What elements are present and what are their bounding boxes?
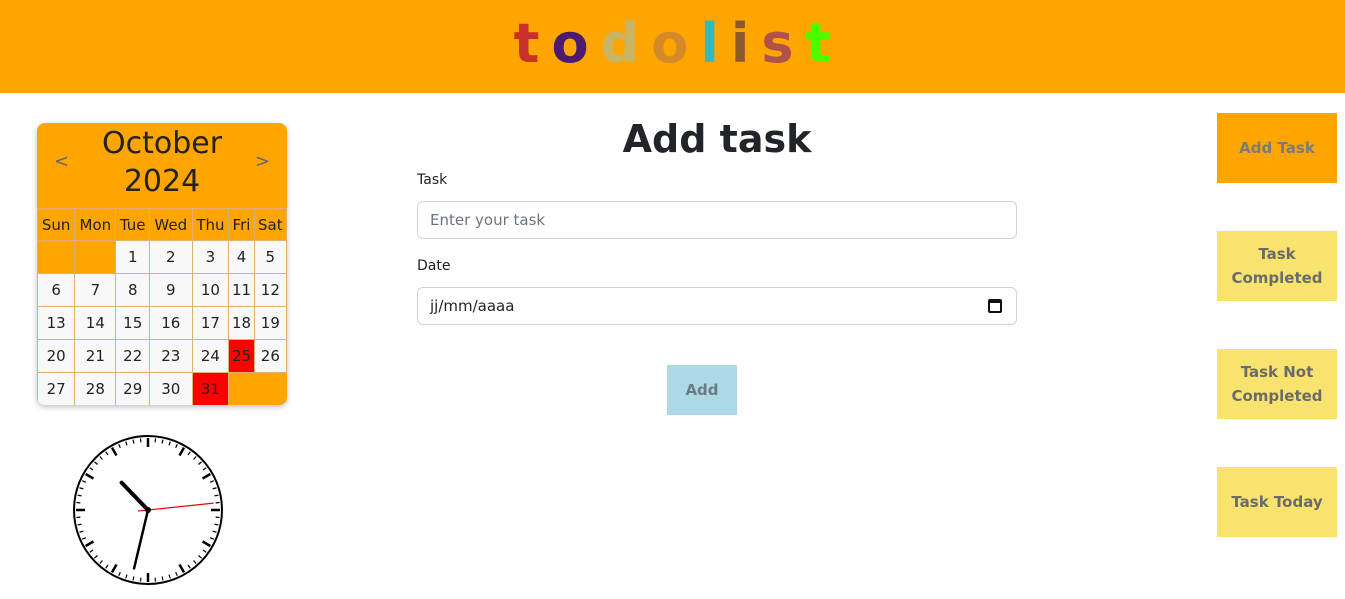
calendar-empty-cell — [37, 240, 76, 274]
calendar-day[interactable]: 18 — [228, 306, 255, 340]
clock-minute-tick — [214, 523, 219, 526]
calendar-day[interactable]: 7 — [74, 273, 117, 307]
calendar-day[interactable]: 6 — [37, 273, 76, 307]
calendar-day[interactable]: 28 — [74, 372, 117, 405]
calendar-day[interactable]: 20 — [37, 339, 76, 373]
logo-letter: d — [600, 12, 640, 75]
date-input-placeholder: jj/mm/aaaa — [430, 297, 515, 315]
calendar-weekday: Tue — [115, 208, 150, 241]
side-button-task-completed[interactable]: Task Completed — [1217, 231, 1337, 301]
calendar-day[interactable]: 14 — [74, 306, 117, 340]
calendar-header: < October 2024 > — [37, 123, 287, 208]
logo-letter: s — [761, 12, 794, 75]
calendar-day[interactable]: 22 — [115, 339, 150, 373]
calendar-empty-cell — [74, 240, 117, 274]
calendar-prev-button[interactable]: < — [54, 151, 69, 172]
clock-minute-tick — [132, 576, 135, 581]
calendar-day[interactable]: 29 — [115, 372, 150, 405]
calendar-next-button[interactable]: > — [255, 151, 270, 172]
calendar-widget: < October 2024 > Sun Mon Tue Wed Thu Fri Sat 1… — [37, 123, 287, 405]
task-input-placeholder: Enter your task — [430, 211, 546, 229]
calendar-day[interactable]: 17 — [191, 306, 230, 340]
calendar-day[interactable]: 21 — [74, 339, 117, 373]
add-button[interactable]: Add — [667, 365, 737, 415]
logo-letter: t — [513, 12, 540, 75]
calendar-weekday: Wed — [149, 208, 193, 241]
clock-minute-tick — [132, 439, 135, 444]
header-bar: todolist — [0, 0, 1345, 93]
clock-minute-tick — [214, 494, 219, 497]
calendar-day[interactable]: 23 — [149, 339, 193, 373]
calendar-day[interactable]: 19 — [253, 306, 287, 340]
calendar-weekday: Sun — [37, 208, 76, 241]
logo-letter: t — [805, 12, 832, 75]
clock-minute-tick — [77, 523, 82, 526]
clock-minute-tick — [161, 439, 164, 444]
side-button-task-not-completed[interactable]: Task Not Completed — [1217, 349, 1337, 419]
clock-minute-tick — [77, 494, 82, 497]
calendar-day[interactable]: 3 — [191, 240, 230, 274]
calendar-day[interactable]: 8 — [115, 273, 150, 307]
calendar-day[interactable]: 2 — [149, 240, 193, 274]
calendar-day[interactable]: 12 — [253, 273, 287, 307]
calendar-weekday: Fri — [228, 208, 255, 241]
calendar-year: 2024 — [123, 164, 201, 199]
calendar-picker-icon[interactable] — [988, 299, 1002, 313]
page-title: Add task — [622, 117, 812, 161]
date-label: Date — [417, 258, 451, 274]
app-logo: todolist — [0, 0, 1345, 93]
date-input[interactable]: jj/mm/aaaa — [417, 287, 1017, 325]
calendar-day[interactable]: 13 — [37, 306, 76, 340]
calendar-day[interactable]: 15 — [115, 306, 150, 340]
clock-center — [145, 507, 151, 513]
side-button-task-today[interactable]: Task Today — [1217, 467, 1337, 537]
calendar-month-year: October 2024 — [77, 125, 247, 201]
calendar-day[interactable]: 9 — [149, 273, 193, 307]
calendar-day[interactable]: 25 — [228, 339, 255, 373]
calendar-empty-cell — [228, 372, 287, 405]
logo-letter: o — [551, 12, 589, 75]
calendar-day[interactable]: 24 — [191, 339, 230, 373]
calendar-day[interactable]: 27 — [37, 372, 76, 405]
logo-letter: l — [700, 12, 719, 75]
calendar-month: October — [101, 126, 223, 161]
calendar-day[interactable]: 10 — [191, 273, 230, 307]
calendar-day[interactable]: 5 — [253, 240, 287, 274]
calendar-weekday: Sat — [253, 208, 287, 241]
logo-letter: i — [730, 12, 750, 75]
calendar-weekday: Mon — [74, 208, 117, 241]
clock-minute-tick — [161, 576, 164, 581]
analog-clock — [73, 435, 223, 585]
calendar-day[interactable]: 16 — [149, 306, 193, 340]
calendar-day[interactable]: 1 — [115, 240, 150, 274]
calendar-day[interactable]: 31 — [191, 372, 230, 405]
calendar-day[interactable]: 26 — [253, 339, 287, 373]
calendar-grid: Sun Mon Tue Wed Thu Fri Sat 1 2 3 4 5 6 7 8 9 10 11 12 13 1… — [37, 208, 287, 405]
logo-letter: o — [651, 12, 689, 75]
calendar-day[interactable]: 11 — [228, 273, 255, 307]
side-button-add-task[interactable]: Add Task — [1217, 113, 1337, 183]
task-label: Task — [417, 172, 448, 188]
calendar-weekday: Thu — [191, 208, 230, 241]
task-input[interactable]: Enter your task — [417, 201, 1017, 239]
calendar-day[interactable]: 4 — [228, 240, 255, 274]
calendar-day[interactable]: 30 — [149, 372, 193, 405]
